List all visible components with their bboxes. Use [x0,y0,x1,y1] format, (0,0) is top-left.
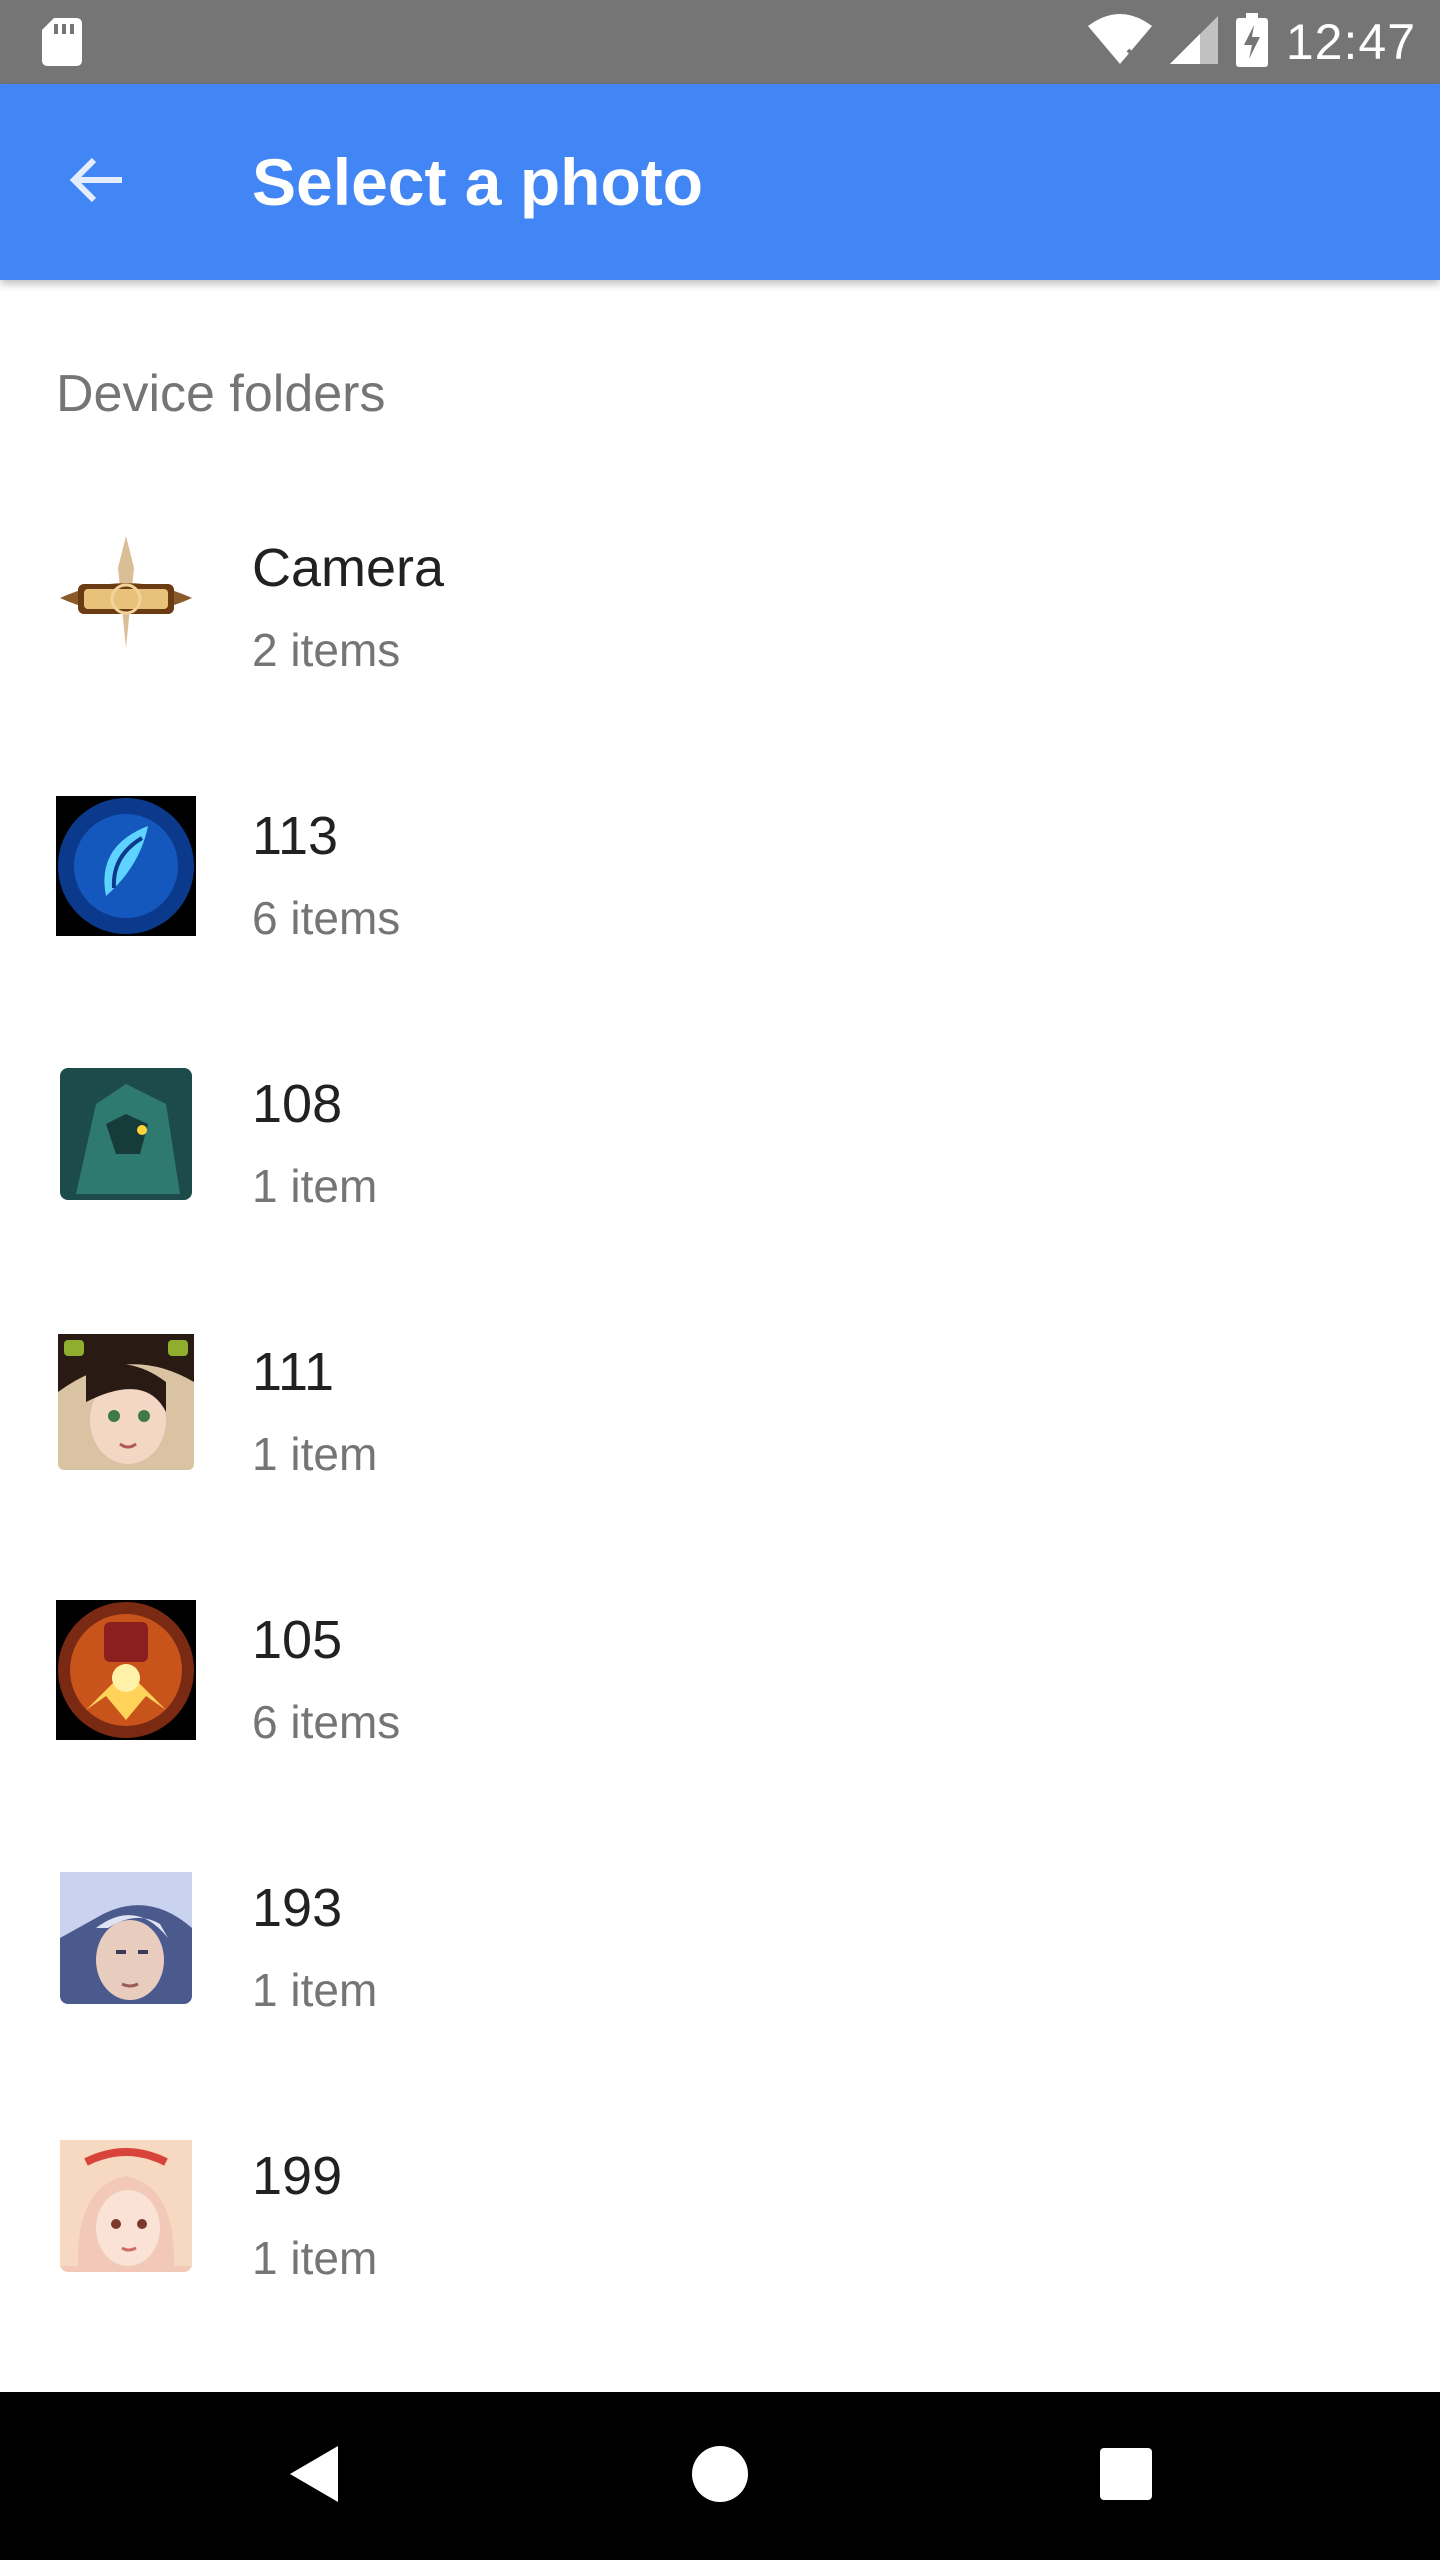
photo-picker-screen: 12:47 Select a photo Device folders Came… [0,0,1440,2560]
page-title: Select a photo [252,145,704,219]
folder-thumbnail [56,796,196,936]
back-button[interactable] [48,134,144,230]
home-circle-icon [690,2444,750,2509]
folder-item-camera[interactable]: Camera 2 items [0,484,1440,752]
folder-name: 113 [252,806,339,866]
folder-item-108[interactable]: 108 1 item [0,1020,1440,1288]
navigation-bar [0,2392,1440,2560]
folder-name: Camera [252,538,445,598]
folder-item-105[interactable]: 105 6 items [0,1556,1440,1824]
nav-back-button[interactable] [270,2432,358,2520]
folder-thumbnail [56,1600,196,1740]
folder-item-113[interactable]: 113 6 items [0,752,1440,1020]
folder-thumbnail [56,1868,196,2008]
back-triangle-icon [284,2442,344,2511]
cell-signal-icon [1169,15,1218,69]
sd-card-icon [42,18,82,66]
section-header: Device folders [56,365,386,423]
folder-item-count: 1 item [252,1160,378,1212]
nav-home-button[interactable] [676,2432,764,2520]
folder-item-111[interactable]: 111 1 item [0,1288,1440,1556]
folder-name: 108 [252,1074,343,1134]
folder-item-count: 1 item [252,2232,378,2284]
folder-item-count: 1 item [252,1428,378,1480]
wifi-icon [1087,13,1152,71]
folder-name: 111 [252,1342,335,1402]
folder-thumbnail [56,1332,196,1472]
folder-item-199[interactable]: 199 1 item [0,2092,1440,2360]
folder-thumbnail [56,2136,196,2276]
folder-thumbnail [56,528,196,668]
nav-recents-button[interactable] [1082,2432,1170,2520]
folder-item-count: 1 item [252,1964,378,2016]
status-bar: 12:47 [0,0,1440,84]
folder-item-count: 6 items [252,892,401,944]
folder-name: 105 [252,1610,343,1670]
recents-square-icon [1098,2446,1154,2507]
folder-list: Camera 2 items 113 6 items 108 1 item 11… [0,484,1440,2360]
clock: 12:47 [1285,14,1416,70]
folder-item-count: 6 items [252,1696,401,1748]
folder-name: 199 [252,2146,343,2206]
battery-charging-icon [1235,12,1268,72]
app-bar: Select a photo [0,84,1440,280]
status-icons: 12:47 [1087,0,1416,84]
folder-thumbnail [56,1064,196,1204]
folder-name: 193 [252,1878,343,1938]
folder-item-193[interactable]: 193 1 item [0,1824,1440,2092]
arrow-back-icon [64,148,128,217]
folder-item-count: 2 items [252,624,401,676]
